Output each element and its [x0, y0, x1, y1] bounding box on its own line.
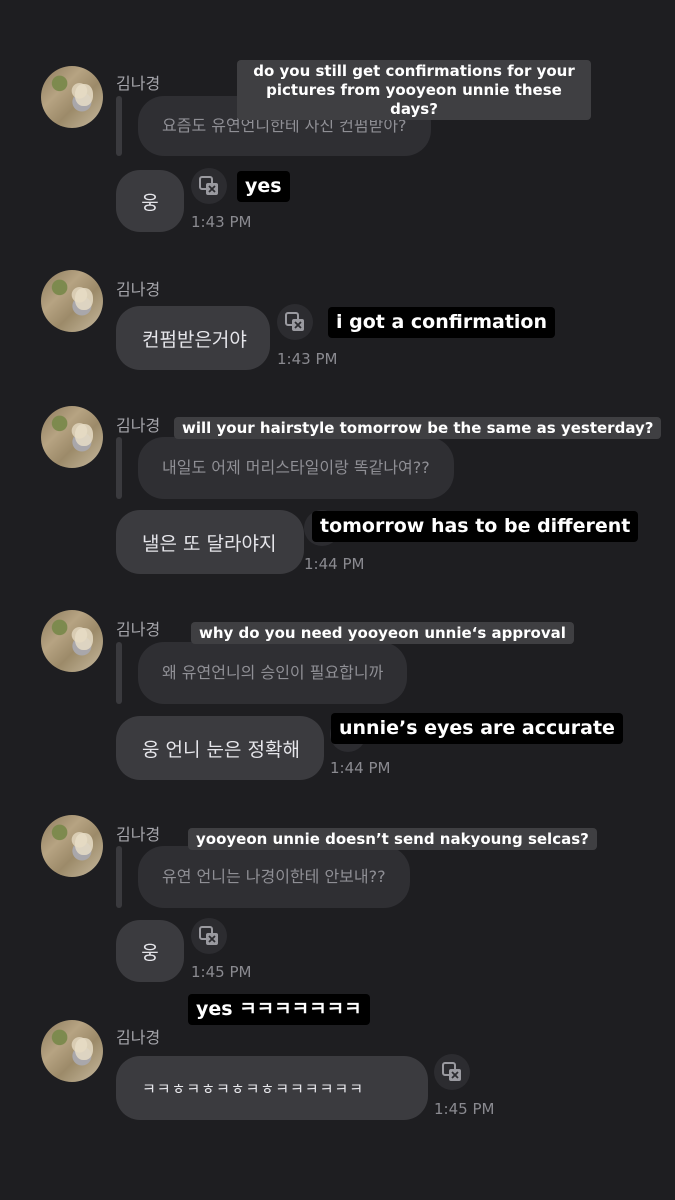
translate-icon[interactable]: [191, 918, 227, 954]
message-bubble[interactable]: 컨펌받은거야: [116, 306, 270, 370]
quote-translation-caption: yooyeon unnie doesn’t send nakyoung selc…: [188, 828, 597, 850]
timestamp: 1:44 PM: [330, 759, 391, 777]
quote-translation-caption: do you still get confirmations for your …: [237, 60, 591, 121]
timestamp: 1:45 PM: [434, 1100, 495, 1118]
translate-icon[interactable]: [277, 304, 313, 340]
quote-bar: [116, 846, 122, 908]
sender-name: 김나경: [116, 74, 161, 93]
sender-name: 김나경: [116, 620, 161, 639]
quote-bar: [116, 96, 122, 156]
timestamp: 1:44 PM: [304, 555, 365, 573]
translation-caption: tomorrow has to be different: [312, 511, 639, 542]
translation-caption: yes ㅋㅋㅋㅋㅋㅋㅋ: [188, 994, 370, 1025]
sender-name: 김나경: [116, 280, 161, 299]
quote-translation-caption: will your hairstyle tomorrow be the same…: [174, 417, 662, 439]
quoted-message[interactable]: 내일도 어제 머리스타일이랑 똑같나여??: [138, 437, 454, 499]
translation-caption: i got a confirmation: [328, 307, 556, 338]
message-bubble[interactable]: ㅋㅋㅎㅋㅎㅋㅎㅋㅎㅋㅋㅋㅋㅋㅋ: [116, 1056, 428, 1120]
avatar[interactable]: [41, 610, 103, 672]
message-bubble[interactable]: 웅: [116, 170, 184, 232]
sender-name: 김나경: [116, 1028, 161, 1047]
translate-icon[interactable]: [434, 1054, 470, 1090]
sender-name: 김나경: [116, 825, 161, 844]
chat-thread: 김나경 요즘도 유연언니한테 사진 컨펌받아? do you still get…: [0, 0, 675, 1200]
message-bubble[interactable]: 웅 언니 눈은 정확해: [116, 716, 324, 780]
avatar[interactable]: [41, 270, 103, 332]
quote-translation-caption: why do you need yooyeon unnie‘s approval: [191, 622, 574, 644]
translation-caption: unnie’s eyes are accurate: [331, 713, 623, 744]
quoted-message[interactable]: 유연 언니는 나경이한테 안보내??: [138, 846, 410, 908]
timestamp: 1:43 PM: [191, 213, 252, 231]
quote-bar: [116, 642, 122, 704]
quoted-message[interactable]: 왜 유연언니의 승인이 필요합니까: [138, 642, 408, 704]
message-bubble[interactable]: 웅: [116, 920, 184, 982]
timestamp: 1:45 PM: [191, 963, 252, 981]
timestamp: 1:43 PM: [277, 350, 338, 368]
avatar[interactable]: [41, 66, 103, 128]
translate-icon[interactable]: [191, 168, 227, 204]
quote-bar: [116, 437, 122, 499]
avatar[interactable]: [41, 815, 103, 877]
avatar[interactable]: [41, 406, 103, 468]
message-bubble[interactable]: 낼은 또 달라야지: [116, 510, 304, 574]
sender-name: 김나경: [116, 416, 161, 435]
avatar[interactable]: [41, 1020, 103, 1082]
translation-caption: yes: [237, 171, 290, 202]
